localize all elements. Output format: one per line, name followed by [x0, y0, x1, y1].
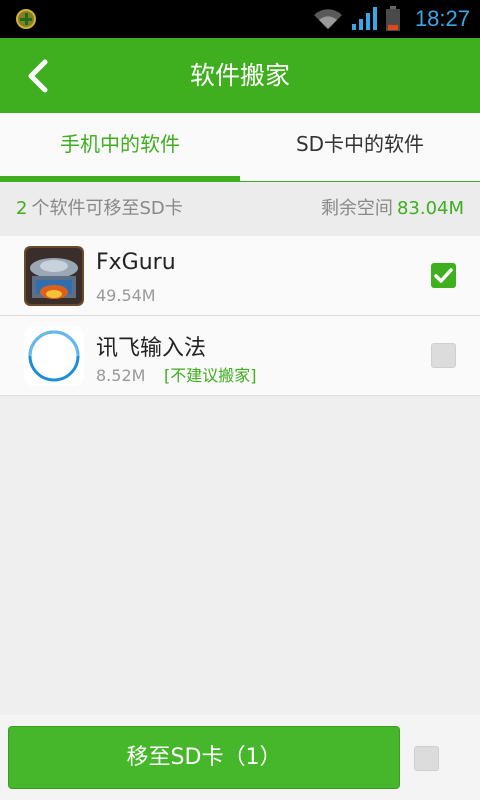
free-space: 剩余空间 83.04M	[321, 182, 464, 236]
list-item[interactable]: FxGuru 49.54M	[0, 236, 480, 316]
chevron-left-icon	[28, 59, 48, 93]
move-to-sd-button[interactable]: 移至SD卡（1）	[8, 726, 400, 789]
movable-count-text: 个软件可移至SD卡	[31, 198, 183, 219]
app-list: FxGuru 49.54M 讯飞输入法 8.52M [不建议搬家]	[0, 236, 480, 396]
status-icons: 18:27	[313, 0, 470, 38]
movable-count: 2 个软件可移至SD卡	[16, 182, 183, 236]
bottom-bar: 移至SD卡（1）	[0, 715, 480, 800]
select-all-checkbox[interactable]	[414, 746, 439, 771]
tab-sd-apps[interactable]: SD卡中的软件	[240, 113, 480, 181]
app-name: 讯飞输入法	[96, 336, 207, 361]
free-space-label: 剩余空间	[320, 198, 393, 219]
status-bar: 18:27	[0, 0, 480, 38]
page-title: 软件搬家	[189, 61, 290, 90]
app-name: FxGuru	[96, 250, 176, 275]
back-button[interactable]	[14, 52, 62, 100]
ifly-app-icon	[24, 326, 84, 386]
app-checkbox-checked[interactable]	[431, 263, 456, 288]
battery-icon	[385, 6, 400, 31]
checkmark-icon	[434, 268, 453, 283]
notification-icon	[16, 9, 36, 29]
not-recommended-note: [不建议搬家]	[164, 366, 257, 385]
info-bar: 2 个软件可移至SD卡 剩余空间 83.04M	[0, 182, 480, 236]
list-item[interactable]: 讯飞输入法 8.52M [不建议搬家]	[0, 316, 480, 396]
app-size: 49.54M	[96, 286, 156, 305]
wifi-icon	[313, 9, 342, 29]
free-space-value: 83.04M	[396, 198, 464, 219]
signal-icon	[351, 7, 377, 30]
movable-count-number: 2	[16, 198, 28, 219]
app-size: 8.52M	[96, 366, 146, 385]
tab-phone-apps[interactable]: 手机中的软件	[0, 113, 240, 181]
app-bar: 软件搬家	[0, 38, 480, 113]
fxguru-app-icon	[24, 246, 84, 306]
app-checkbox-unchecked[interactable]	[431, 343, 456, 368]
status-time: 18:27	[414, 6, 470, 31]
tab-bar: 手机中的软件 SD卡中的软件	[0, 113, 480, 182]
